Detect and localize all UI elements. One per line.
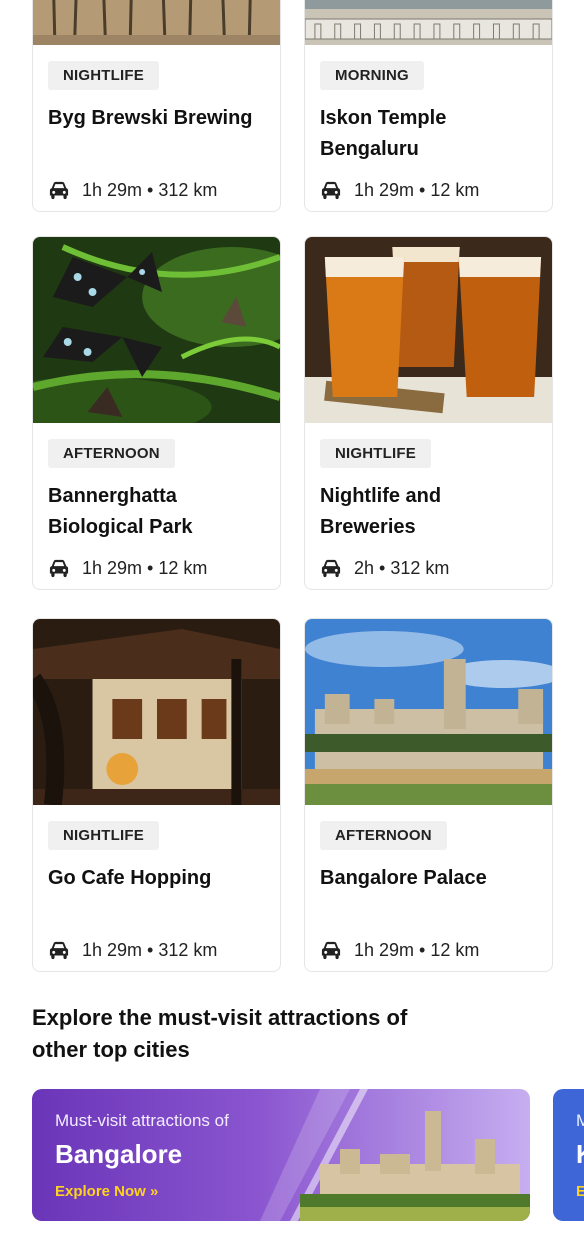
card-image xyxy=(33,619,280,805)
travel-info: 1h 29m • 12 km xyxy=(354,179,480,200)
banner-city: K xyxy=(576,1139,584,1170)
time-tag: AFTERNOON xyxy=(48,439,175,468)
time-tag: AFTERNOON xyxy=(320,821,447,850)
car-icon xyxy=(320,558,342,578)
explore-now-link[interactable]: Explore Now » xyxy=(55,1183,158,1200)
city-banner-next[interactable]: M K E xyxy=(553,1089,584,1221)
palace-illustration xyxy=(260,1089,530,1221)
attraction-card[interactable]: NIGHTLIFE Byg Brewski Brewing 1h 29m • 3… xyxy=(32,0,281,212)
banner-city: Bangalore xyxy=(55,1139,183,1169)
card-image xyxy=(305,237,552,423)
card-image xyxy=(305,0,552,45)
travel-info: 2h • 312 km xyxy=(354,557,450,578)
card-title: Nightlife and Breweries xyxy=(320,485,442,538)
travel-info: 1h 29m • 312 km xyxy=(82,179,218,200)
card-meta: 2h • 312 km xyxy=(320,555,449,581)
card-meta: 1h 29m • 12 km xyxy=(320,937,479,963)
card-title: Bannerghatta Biological Park xyxy=(48,485,193,538)
time-tag: MORNING xyxy=(320,61,424,90)
city-banner-bangalore[interactable]: Must-visit attractions of Bangalore Expl… xyxy=(32,1089,530,1221)
car-icon xyxy=(48,558,70,578)
card-meta: 1h 29m • 12 km xyxy=(320,177,479,203)
card-title: Byg Brewski Brewing xyxy=(48,107,253,129)
attraction-card[interactable]: MORNING Iskon Temple Bengaluru 1h 29m • … xyxy=(304,0,553,212)
time-tag: NIGHTLIFE xyxy=(48,821,159,850)
attraction-card[interactable]: NIGHTLIFE Go Cafe Hopping 1h 29m • 312 k… xyxy=(32,618,281,972)
car-icon xyxy=(320,940,342,960)
card-image xyxy=(33,0,280,45)
car-icon xyxy=(48,940,70,960)
time-tag: NIGHTLIFE xyxy=(48,61,159,90)
travel-info: 1h 29m • 312 km xyxy=(82,939,218,960)
card-meta: 1h 29m • 312 km xyxy=(48,937,217,963)
card-image xyxy=(33,237,280,423)
car-icon xyxy=(320,180,342,200)
attraction-card[interactable]: AFTERNOON Bangalore Palace 1h 29m • 12 k… xyxy=(304,618,553,972)
banner-subtitle: Must-visit attractions of xyxy=(55,1111,229,1130)
card-meta: 1h 29m • 12 km xyxy=(48,555,207,581)
card-title: Iskon Temple Bengaluru xyxy=(320,107,447,160)
section-title: Explore the must-visit attractions of ot… xyxy=(32,1005,408,1062)
card-title: Go Cafe Hopping xyxy=(48,867,212,889)
card-image xyxy=(305,619,552,805)
banner-subtitle: M xyxy=(576,1111,584,1130)
explore-now-link[interactable]: E xyxy=(576,1183,584,1200)
travel-info: 1h 29m • 12 km xyxy=(354,939,480,960)
attraction-card[interactable]: AFTERNOON Bannerghatta Biological Park 1… xyxy=(32,236,281,590)
card-meta: 1h 29m • 312 km xyxy=(48,177,217,203)
travel-info: 1h 29m • 12 km xyxy=(82,557,208,578)
attraction-card[interactable]: NIGHTLIFE Nightlife and Breweries 2h • 3… xyxy=(304,236,553,590)
card-title: Bangalore Palace xyxy=(320,867,487,889)
time-tag: NIGHTLIFE xyxy=(320,439,431,468)
car-icon xyxy=(48,180,70,200)
